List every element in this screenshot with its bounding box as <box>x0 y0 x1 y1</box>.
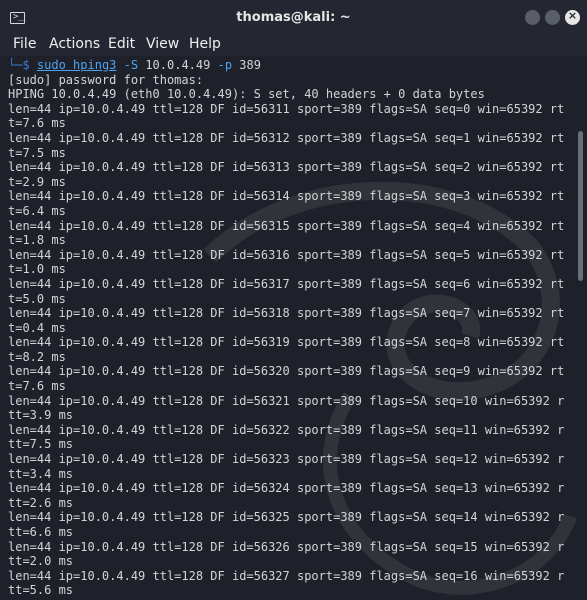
output-line: t=7.6 ms <box>8 379 66 394</box>
output-line: tt=6.6 ms <box>8 525 74 539</box>
output-line: tt=2.0 ms <box>8 554 74 569</box>
prompt-line: └─$ sudo hping3 -S 10.0.4.49 -p 389 <box>8 58 576 73</box>
output-line: len=44 ip=10.0.4.49 ttl=128 DF id=56322 … <box>8 422 565 437</box>
output-line: len=44 ip=10.0.4.49 ttl=128 DF id=56312 … <box>8 130 565 145</box>
output-line: len=44 ip=10.0.4.49 ttl=128 DF id=56318 … <box>8 306 565 321</box>
minimize-button[interactable] <box>525 10 540 25</box>
output-line: tt=7.5 ms <box>8 437 74 452</box>
output-line: len=44 ip=10.0.4.49 ttl=128 DF id=56311 … <box>8 101 565 116</box>
output-line: len=44 ip=10.0.4.49 ttl=128 DF id=56324 … <box>8 481 565 496</box>
menu-edit[interactable]: Edit <box>108 36 135 52</box>
menu-file[interactable]: File <box>13 36 36 52</box>
close-button[interactable]: × <box>565 9 580 25</box>
output-line: len=44 ip=10.0.4.49 ttl=128 DF id=56321 … <box>8 393 565 408</box>
output-line: tt=5.6 ms <box>8 583 74 598</box>
scrollbar[interactable] <box>578 131 583 281</box>
window-title: thomas@kali: ~ <box>236 10 351 25</box>
command-flag-s: -S <box>123 58 139 72</box>
menu-help[interactable]: Help <box>189 36 221 52</box>
output-line: len=44 ip=10.0.4.49 ttl=128 DF id=56317 … <box>8 276 565 291</box>
output-line: HPING 10.0.4.49 (eth0 10.0.4.49): S set,… <box>8 87 485 102</box>
prompt-corner: └─$ <box>8 58 30 72</box>
terminal-window: >_ thomas@kali: ~ × File Actions Edit Vi… <box>0 0 587 600</box>
menu-view[interactable]: View <box>146 36 179 52</box>
output-line: [sudo] password for thomas: <box>8 72 204 87</box>
output-line: len=44 ip=10.0.4.49 ttl=128 DF id=56313 … <box>8 160 565 175</box>
output-line: t=2.9 ms <box>8 174 66 189</box>
output-line: t=1.0 ms <box>8 262 66 277</box>
output-line: len=44 ip=10.0.4.49 ttl=128 DF id=56327 … <box>8 568 565 583</box>
output-line: len=44 ip=10.0.4.49 ttl=128 DF id=56325 … <box>8 510 565 525</box>
maximize-button[interactable] <box>545 10 560 25</box>
output-line: tt=3.9 ms <box>8 408 74 423</box>
output-line: len=44 ip=10.0.4.49 ttl=128 DF id=56315 … <box>8 218 565 233</box>
output-line: t=6.4 ms <box>8 203 66 218</box>
close-icon: × <box>567 9 578 22</box>
output-line: len=44 ip=10.0.4.49 ttl=128 DF id=56314 … <box>8 189 565 204</box>
command-port: 389 <box>239 58 261 72</box>
output-line: tt=3.4 ms <box>8 466 74 481</box>
output-line: t=1.8 ms <box>8 233 66 248</box>
output-line: len=44 ip=10.0.4.49 ttl=128 DF id=56320 … <box>8 364 565 379</box>
output-line: t=0.4 ms <box>8 320 66 335</box>
output-line: t=5.0 ms <box>8 291 66 306</box>
output-line: tt=2.6 ms <box>8 495 74 510</box>
output-line: len=44 ip=10.0.4.49 ttl=128 DF id=56323 … <box>8 452 565 467</box>
output-line: t=7.6 ms <box>8 116 66 131</box>
menu-actions[interactable]: Actions <box>49 36 100 52</box>
terminal-lines: └─$ sudo hping3 -S 10.0.4.49 -p 389 [sud… <box>8 58 576 598</box>
terminal-output-area[interactable]: └─$ sudo hping3 -S 10.0.4.49 -p 389 [sud… <box>0 56 587 600</box>
command: sudo hping3 <box>36 58 117 72</box>
output-line: len=44 ip=10.0.4.49 ttl=128 DF id=56326 … <box>8 539 565 554</box>
output-line: t=8.2 ms <box>8 349 66 364</box>
command-flag-p: -p <box>217 58 233 72</box>
command-ip: 10.0.4.49 <box>145 58 211 72</box>
output-line: len=44 ip=10.0.4.49 ttl=128 DF id=56319 … <box>8 335 565 350</box>
output-line: t=7.5 ms <box>8 145 66 160</box>
menu-bar: File Actions Edit View Help <box>0 34 587 56</box>
title-bar[interactable]: >_ thomas@kali: ~ × <box>0 0 587 34</box>
output-line: len=44 ip=10.0.4.49 ttl=128 DF id=56316 … <box>8 247 565 262</box>
